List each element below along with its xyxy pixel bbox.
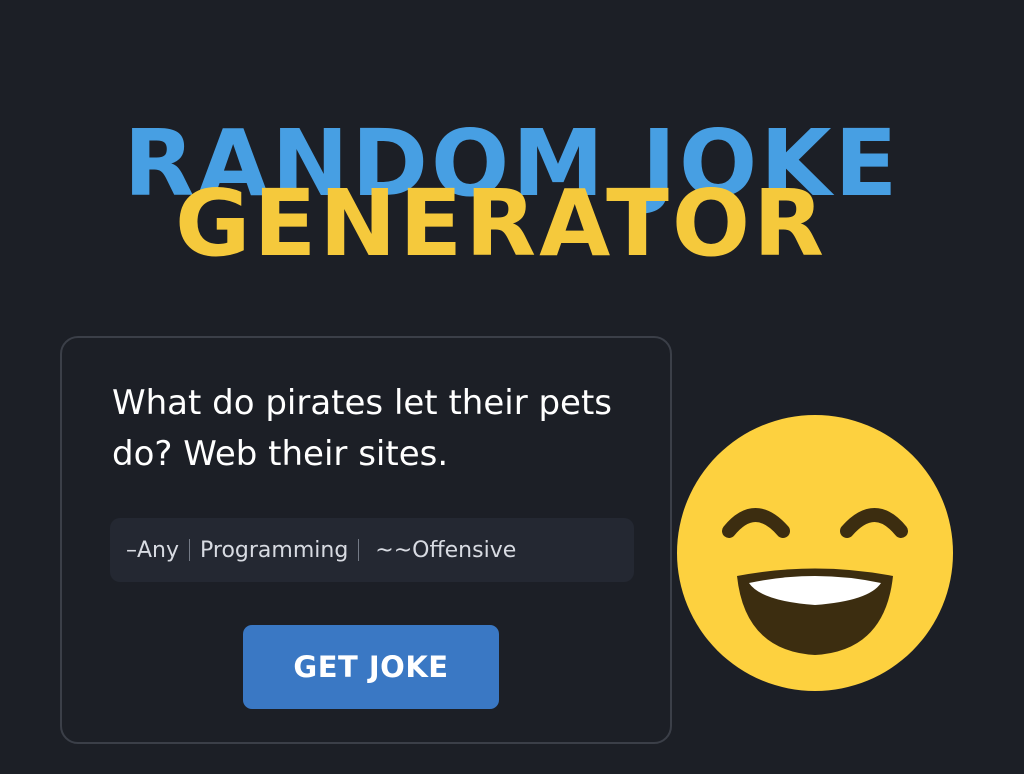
category-offensive[interactable]: ~~Offensive [375, 538, 516, 563]
grinning-face-icon [677, 415, 953, 691]
joke-card: What do pirates let their pets do? Web t… [60, 336, 672, 744]
joke-text: What do pirates let their pets do? Web t… [112, 383, 613, 474]
category-programming[interactable]: Programming [200, 538, 348, 563]
category-any[interactable]: –Any [126, 538, 179, 563]
category-separator [358, 539, 360, 561]
category-separator [189, 539, 191, 561]
get-joke-button[interactable]: GET JOKE [243, 625, 499, 709]
title-line-2: GENERATOR [175, 170, 827, 277]
category-filter: –Any Programming ~~Offensive [110, 518, 634, 582]
